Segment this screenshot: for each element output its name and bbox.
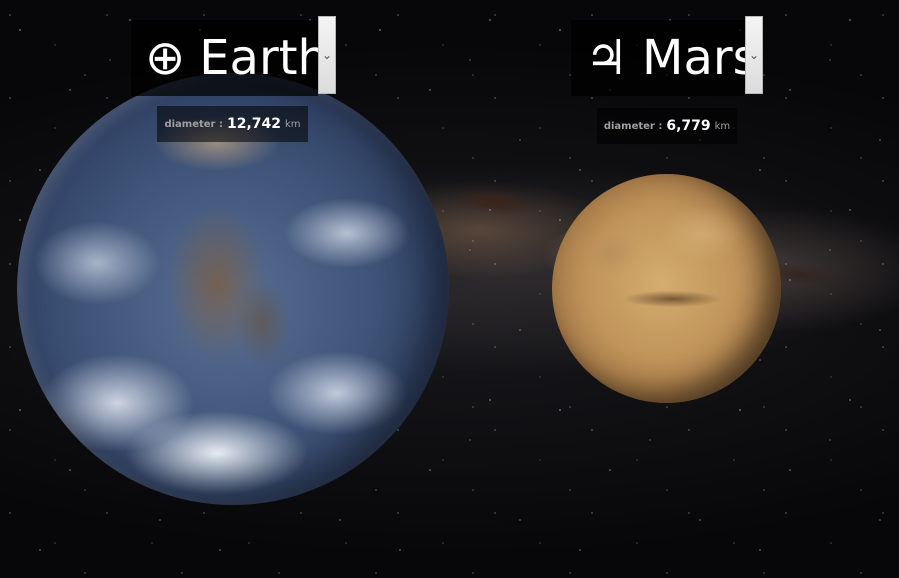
chevron-down-icon: ⌄ [748,48,760,62]
mars-planet-image [552,174,781,403]
mars-diameter-unit: km [714,120,731,132]
earth-diameter-unit: km [285,118,301,130]
earth-diameter-value: 12,742 [226,116,281,132]
earth-diameter-label: diameter : [164,118,223,130]
mars-diameter-label: diameter : [603,120,663,132]
earth-name-label[interactable]: ⊕ Earth [131,20,328,96]
earth-dropdown-button[interactable]: ⌄ [318,16,336,94]
mars-diameter-value: 6,779 [666,118,711,134]
mars-name-text: Mars [642,30,758,86]
mars-name-label[interactable]: ♃ Mars [571,20,758,96]
earth-symbol-icon: ⊕ [145,30,186,86]
mars-diameter-badge: diameter : 6,779 km [597,108,737,144]
chevron-down-icon: ⌄ [321,48,333,62]
mars-symbol-icon: ♃ [585,30,629,86]
mars-dropdown-button[interactable]: ⌄ [745,16,763,94]
earth-diameter-badge: diameter : 12,742 km [157,106,308,142]
earth-name-text: Earth [199,30,328,86]
